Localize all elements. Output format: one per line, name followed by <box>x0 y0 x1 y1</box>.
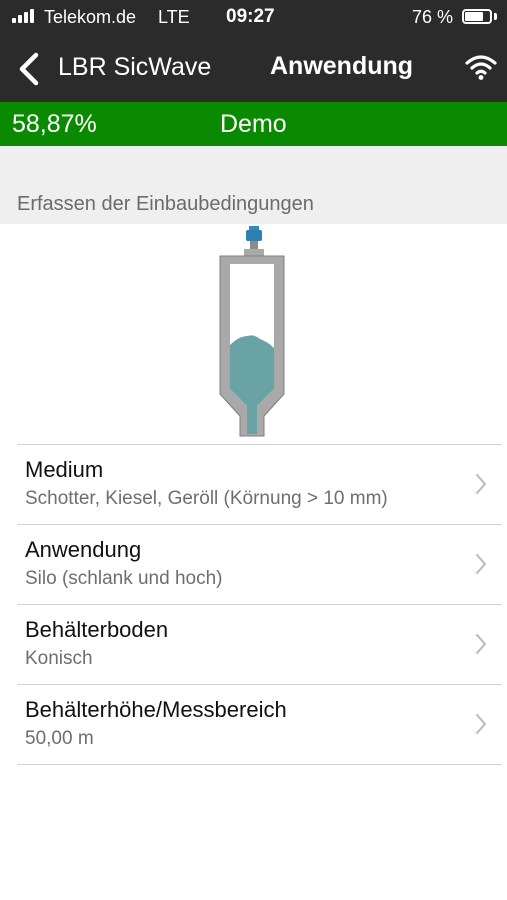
row-value: Konisch <box>25 648 93 669</box>
signal-strength-icon <box>12 9 38 23</box>
row-value: 50,00 m <box>25 728 94 749</box>
battery-tip <box>494 13 497 20</box>
navigation-bar: LBR SicWave Anwendung <box>0 36 507 102</box>
chevron-right-icon <box>476 714 486 734</box>
setting-row-behaelterboden[interactable]: Behälterboden Konisch <box>17 605 502 684</box>
clock: 09:27 <box>226 6 275 27</box>
silo-illustration <box>219 226 285 437</box>
carrier-name: Telekom.de <box>44 7 137 27</box>
chevron-right-icon <box>476 634 486 654</box>
progress-banner: 58,87% Demo <box>0 102 507 146</box>
mode-label: Demo <box>220 110 287 138</box>
sensor-head <box>246 230 262 241</box>
row-value: Silo (schlank und hoch) <box>25 568 223 589</box>
row-title: Anwendung <box>25 537 142 562</box>
setting-row-behaelterhoehe[interactable]: Behälterhöhe/Messbereich 50,00 m <box>17 685 502 764</box>
row-title: Behälterhöhe/Messbereich <box>25 697 287 722</box>
chevron-left-icon <box>19 52 39 86</box>
connection-status-button[interactable] <box>464 52 498 82</box>
back-button[interactable]: LBR SicWave <box>14 48 224 90</box>
section-header: Erfassen der Einbaubedingungen <box>0 146 507 224</box>
battery-level-fill <box>465 12 484 21</box>
row-title: Behälterboden <box>25 617 169 642</box>
silo-fill-material <box>230 335 274 434</box>
chevron-right-icon <box>476 554 486 574</box>
sensor-mount <box>250 241 258 249</box>
section-title: Erfassen der Einbaubedingungen <box>17 193 314 215</box>
back-button-label: LBR SicWave <box>58 53 212 81</box>
list-divider <box>17 764 502 765</box>
setting-row-medium[interactable]: Medium Schotter, Kiesel, Geröll (Körnung… <box>17 445 502 524</box>
status-bar: Telekom.de LTE 09:27 76 % <box>0 0 507 36</box>
settings-list: Medium Schotter, Kiesel, Geröll (Körnung… <box>17 444 502 765</box>
progress-value: 58,87% <box>12 110 97 138</box>
wifi-icon <box>465 55 497 80</box>
network-type: LTE <box>158 7 190 27</box>
battery-percentage: 76 % <box>412 7 454 27</box>
setting-row-anwendung[interactable]: Anwendung Silo (schlank und hoch) <box>17 525 502 604</box>
chevron-right-icon <box>476 474 486 494</box>
row-title: Medium <box>25 457 104 482</box>
battery-icon <box>462 9 492 24</box>
page-title: Anwendung <box>270 52 414 80</box>
row-value: Schotter, Kiesel, Geröll (Körnung > 10 m… <box>25 488 388 509</box>
